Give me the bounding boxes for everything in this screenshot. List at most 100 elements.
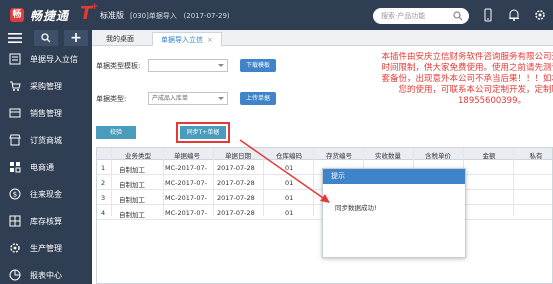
- column-header[interactable]: 单据编号: [167, 150, 207, 160]
- column-header[interactable]: 单据日期: [217, 150, 259, 160]
- sidebar-item-label: 库存核算: [30, 217, 62, 226]
- logo-icon: 畅: [10, 8, 24, 22]
- sidebar-toolbar: +: [0, 30, 92, 46]
- notice-line: 18955600399。: [458, 96, 526, 106]
- account-info: [030]单据导入 (2017-07-29): [130, 11, 230, 21]
- bell-icon[interactable]: [507, 8, 521, 22]
- menu-icon[interactable]: [8, 33, 22, 43]
- edition-label: 标准版: [100, 11, 124, 20]
- sidebar-item-label: 销售管理: [30, 109, 62, 118]
- phone-icon[interactable]: [481, 8, 495, 22]
- sidebar-item-cash[interactable]: $ 往来现金: [0, 181, 92, 207]
- upload-button[interactable]: 上传单据: [240, 92, 276, 105]
- cell-type: 自制加工: [119, 211, 145, 219]
- sidebar-item-label: 单据导入立信: [30, 55, 78, 64]
- cash-icon: $: [9, 188, 21, 200]
- close-icon[interactable]: ×: [207, 36, 213, 44]
- download-template-button[interactable]: 下载模板: [240, 59, 276, 72]
- type-label: 单据类型:: [96, 95, 127, 103]
- sidebar-item-inventory[interactable]: 库存核算: [0, 208, 92, 234]
- cell-warehouse: 01: [285, 194, 294, 202]
- sidebar-item-import[interactable]: 单据导入立信: [0, 46, 92, 72]
- sidebar-item-label: 电商通: [30, 163, 54, 172]
- import-icon: [9, 53, 21, 65]
- type-select[interactable]: 产成品入库单: [148, 92, 228, 105]
- row-number: 4: [101, 209, 106, 217]
- cell-type: 自制加工: [119, 166, 145, 174]
- cell-type: 自制加工: [119, 196, 145, 204]
- column-header[interactable]: 含税单价: [417, 150, 459, 160]
- sidebar-search-button[interactable]: [34, 30, 58, 46]
- sidebar-item-label: 生产管理: [30, 244, 62, 253]
- row-number: 2: [101, 179, 106, 187]
- cell-code: MC-2017-07-: [165, 194, 207, 202]
- notice-line: 本插件由安庆立信财务软件咨询服务有限公司开: [381, 52, 553, 62]
- tab-label: 我的桌面: [106, 35, 134, 43]
- verify-button[interactable]: 校验: [96, 126, 136, 139]
- column-header[interactable]: 实收数量: [367, 150, 409, 160]
- row-number: 3: [101, 194, 106, 202]
- column-header[interactable]: 私有: [519, 150, 553, 160]
- cell-date: 2017-07-28: [217, 164, 255, 172]
- notice-text: 本插件由安庆立信财务软件咨询服务有限公司开 时间限制，供大家免费使用。使用之前请…: [342, 52, 553, 107]
- chevron-down-icon: [218, 64, 224, 67]
- search-input[interactable]: 搜索·产品功能: [381, 11, 425, 21]
- company-name: [030]单据导入: [130, 12, 177, 20]
- inventory-icon: [9, 215, 21, 227]
- report-icon: [9, 269, 21, 281]
- ecommerce-icon: [10, 162, 21, 173]
- cell-warehouse: 01: [285, 179, 294, 187]
- tab-label: 单据导入立信: [161, 36, 203, 44]
- cell-warehouse: 01: [285, 209, 294, 217]
- app-name: 畅捷通: [30, 9, 70, 23]
- login-date: (2017-07-29): [183, 12, 230, 20]
- column-header[interactable]: 存货编号: [319, 150, 359, 160]
- type-value: 产成品入库单: [152, 95, 189, 102]
- notice-line: 您的使用，可联系本公司定制开发，定制联: [398, 85, 553, 95]
- dialog-title: 提示: [323, 169, 465, 184]
- sidebar-item-production[interactable]: 生产管理: [0, 235, 92, 261]
- prompt-dialog: 提示 同步数据成功!: [322, 168, 466, 258]
- cell-warehouse: 01: [285, 164, 294, 172]
- main-content: 我的桌面 单据导入立信 × 单据类型模板: 下载模板 单据类型: 产成品入库单 上…: [92, 30, 553, 284]
- template-select[interactable]: [148, 59, 228, 72]
- settings-icon[interactable]: [533, 8, 547, 22]
- sidebar-item-ecommerce[interactable]: 电商通: [0, 154, 92, 180]
- cell-code: MC-2017-07-: [165, 179, 207, 187]
- sidebar-item-label: 报表中心: [30, 271, 62, 280]
- search-icon: [41, 33, 51, 43]
- sidebar-item-sales[interactable]: 销售管理: [0, 100, 92, 126]
- notice-line: 时间限制，供大家免费使用。使用之前请先测试: [381, 63, 553, 73]
- sidebar-item-purchase[interactable]: 采购管理: [0, 73, 92, 99]
- tab-desktop[interactable]: 我的桌面: [98, 32, 142, 46]
- cell-code: MC-2017-07-: [165, 209, 207, 217]
- add-button[interactable]: +: [64, 30, 88, 46]
- sidebar-item-label: 往来现金: [30, 190, 62, 199]
- row-number: 1: [101, 164, 106, 172]
- template-label: 单据类型模板:: [96, 62, 141, 70]
- cell-type: 自制加工: [119, 181, 145, 189]
- chevron-down-icon: [218, 97, 224, 100]
- column-header[interactable]: 金额: [469, 150, 509, 160]
- sidebar-item-store[interactable]: 订货商城: [0, 127, 92, 153]
- sidebar: + 单据导入立信 采购管理 销售管理 订货商城 电商通 $ 往来现金 库存核算 …: [0, 30, 92, 284]
- sync-button[interactable]: 同步T+单据: [176, 122, 230, 143]
- tab-bar: 我的桌面 单据导入立信 ×: [92, 30, 553, 46]
- cell-date: 2017-07-28: [217, 179, 255, 187]
- column-header[interactable]: 仓库编码: [269, 150, 309, 160]
- svg-text:$: $: [13, 191, 17, 199]
- search-box[interactable]: 搜索·产品功能: [373, 8, 469, 24]
- sidebar-item-label: 采购管理: [30, 82, 62, 91]
- sales-icon: [9, 108, 21, 118]
- column-header[interactable]: 业务类型: [117, 150, 159, 160]
- notice-line: 套备份，出现意外本公司不承当后果！！！如本: [381, 74, 553, 84]
- sidebar-item-reports[interactable]: 报表中心: [0, 262, 92, 284]
- tab-import[interactable]: 单据导入立信 ×: [152, 32, 222, 46]
- sidebar-item-label: 订货商城: [30, 136, 62, 145]
- cell-date: 2017-07-28: [217, 194, 255, 202]
- store-icon: [9, 134, 21, 146]
- cell-code: MC-2017-07-: [165, 164, 207, 172]
- search-icon[interactable]: [453, 11, 463, 21]
- cell-date: 2017-07-28: [217, 209, 255, 217]
- dialog-message: 同步数据成功!: [335, 204, 377, 212]
